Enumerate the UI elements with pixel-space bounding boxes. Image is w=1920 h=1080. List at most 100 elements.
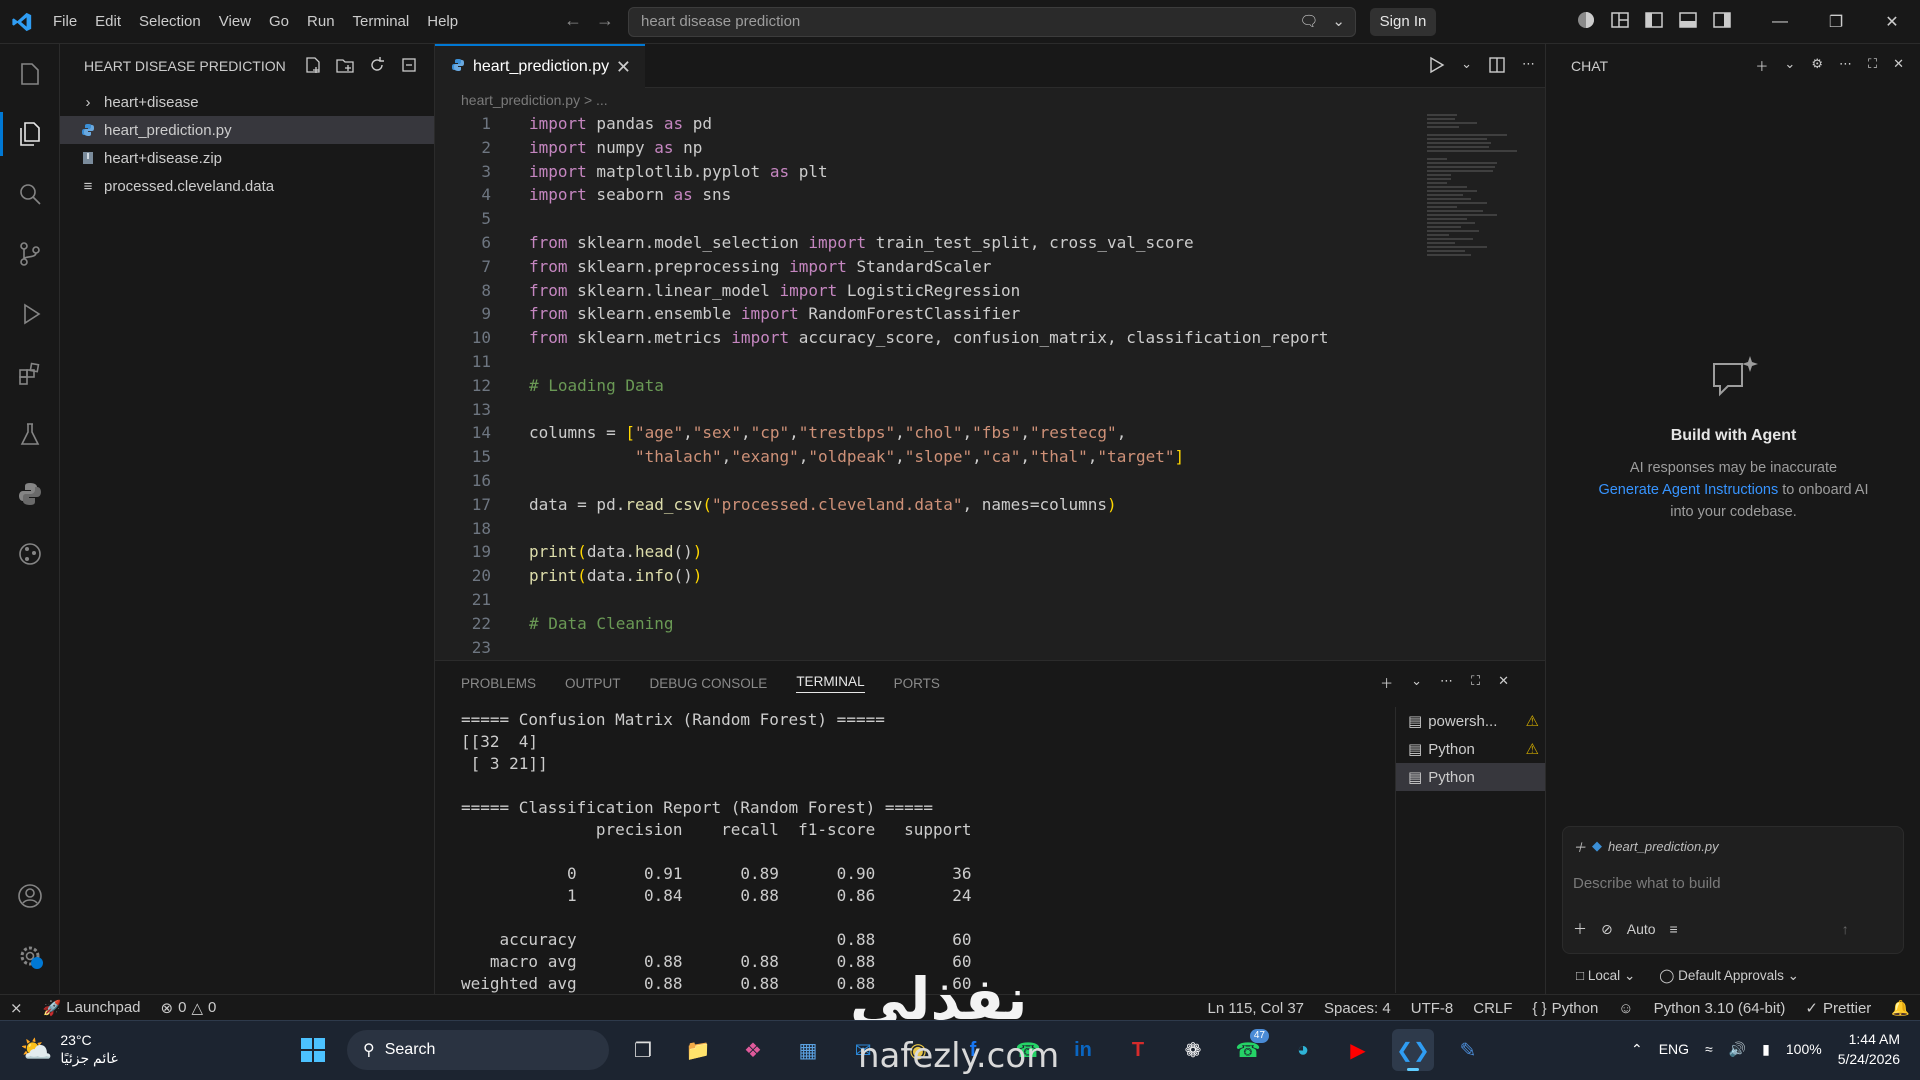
location-picker[interactable]: □ Local ⌄: [1576, 968, 1635, 984]
gitlens-icon[interactable]: [0, 524, 60, 584]
tab-heart-prediction[interactable]: heart_prediction.py ✕: [435, 44, 645, 88]
more-actions-icon[interactable]: ⋯: [1522, 56, 1535, 77]
microsoft-365-icon[interactable]: ❖: [732, 1029, 774, 1071]
send-icon[interactable]: ↑: [1842, 921, 1849, 937]
weather-widget[interactable]: ⛅ 23°C غائم جزئيًا: [20, 1031, 118, 1067]
run-debug-icon[interactable]: [0, 284, 60, 344]
back-arrow-icon[interactable]: ←: [564, 10, 582, 31]
generate-instructions-link[interactable]: Generate Agent Instructions: [1598, 482, 1778, 498]
terminal-output[interactable]: ===== Confusion Matrix (Random Forest) =…: [461, 709, 1401, 995]
tab-output[interactable]: OUTPUT: [565, 676, 621, 691]
terminal-item-python-active[interactable]: ▤ Python: [1396, 763, 1545, 791]
extensions-icon[interactable]: [0, 344, 60, 404]
copilot-chat-icon[interactable]: 🗨: [1299, 8, 1318, 36]
menu-help[interactable]: Help: [418, 7, 467, 37]
add-icon[interactable]: ＋: [1573, 919, 1587, 939]
chat-input-field[interactable]: Describe what to build: [1573, 875, 1721, 892]
collapse-all-icon[interactable]: [400, 56, 418, 77]
tree-item-folder[interactable]: › heart+disease: [60, 88, 434, 116]
close-panel-icon[interactable]: ✕: [1498, 673, 1509, 692]
menu-terminal[interactable]: Terminal: [344, 7, 419, 37]
tab-problems[interactable]: PROBLEMS: [461, 676, 536, 691]
approvals-picker[interactable]: ◯ Default Approvals ⌄: [1659, 968, 1799, 984]
context-file-chip[interactable]: ＋ ◆ heart_prediction.py: [1573, 835, 1719, 857]
cursor-position[interactable]: Ln 115, Col 37: [1198, 995, 1314, 1021]
chat-input-box[interactable]: ＋ ◆ heart_prediction.py Describe what to…: [1562, 826, 1904, 954]
forward-arrow-icon[interactable]: →: [596, 10, 614, 31]
whatsapp-business-icon[interactable]: ☎ 47: [1227, 1029, 1269, 1071]
start-windows-icon[interactable]: [292, 1029, 334, 1071]
chevron-down-icon[interactable]: ⌄: [1411, 673, 1422, 692]
close-window-button[interactable]: ✕: [1864, 0, 1920, 44]
accounts-icon[interactable]: [0, 866, 60, 926]
encoding[interactable]: UTF-8: [1401, 995, 1464, 1021]
testing-flask-icon[interactable]: [0, 404, 60, 464]
toggle-secondary-sidebar-icon[interactable]: [1712, 10, 1732, 33]
chevron-down-icon[interactable]: ⌄: [1461, 56, 1472, 77]
search-icon[interactable]: [0, 164, 60, 224]
mode-picker[interactable]: Auto: [1627, 921, 1656, 937]
close-tab-icon[interactable]: ✕: [616, 57, 631, 78]
command-center-search[interactable]: heart disease prediction 🗨 ⌄: [628, 7, 1356, 37]
menu-selection[interactable]: Selection: [130, 7, 210, 37]
taskbar-search[interactable]: ⚲ Search: [347, 1030, 609, 1070]
remote-icon[interactable]: ⨯: [0, 995, 33, 1021]
microsoft-store-icon[interactable]: ▦: [787, 1029, 829, 1071]
tree-item-zip-file[interactable]: heart+disease.zip: [60, 144, 434, 172]
linkedin-icon[interactable]: in: [1062, 1029, 1104, 1071]
settings-gear-icon[interactable]: ⚙: [1811, 56, 1823, 75]
minimap[interactable]: [1427, 114, 1523, 374]
copilot-icon[interactable]: ☺: [1608, 995, 1643, 1021]
more-actions-icon[interactable]: ⋯: [1440, 673, 1453, 692]
accounts-theme-icon[interactable]: [1576, 10, 1596, 33]
code-editor[interactable]: 1 import pandas as pd 2 import numpy as np…: [435, 112, 1495, 659]
explorer-icon-files[interactable]: [0, 44, 60, 104]
pen-app-icon[interactable]: ✎: [1447, 1029, 1489, 1071]
tab-terminal[interactable]: TERMINAL: [796, 674, 865, 693]
prettier-status[interactable]: ✓ Prettier: [1795, 995, 1881, 1021]
tab-debug-console[interactable]: DEBUG CONSOLE: [650, 676, 768, 691]
tree-item-python-file[interactable]: heart_prediction.py: [60, 116, 434, 144]
configure-icon[interactable]: ≡: [1670, 921, 1678, 937]
language-mode[interactable]: { } Python: [1522, 995, 1608, 1021]
refresh-icon[interactable]: [368, 56, 386, 77]
battery-icon[interactable]: ▮: [1762, 1041, 1770, 1058]
minimize-button[interactable]: —: [1752, 0, 1808, 44]
explorer-icon[interactable]: [0, 104, 60, 164]
menu-edit[interactable]: Edit: [86, 7, 130, 37]
terminal-item-powershell[interactable]: ▤ powersh... ⚠: [1396, 707, 1545, 735]
chevron-down-icon[interactable]: ⌄: [1332, 8, 1345, 36]
vscode-taskbar-icon[interactable]: ❮❯: [1392, 1029, 1434, 1071]
menu-run[interactable]: Run: [298, 7, 344, 37]
tree-item-data-file[interactable]: ≡ processed.cleveland.data: [60, 172, 434, 200]
chevron-down-icon[interactable]: ⌄: [1784, 56, 1795, 75]
toggle-panel-icon[interactable]: [1678, 10, 1698, 33]
toggle-sidebar-icon[interactable]: [1644, 10, 1664, 33]
tools-icon[interactable]: ⊘: [1601, 921, 1613, 938]
chevron-up-icon[interactable]: ⌃: [1631, 1041, 1643, 1058]
sign-in-button[interactable]: Sign In: [1370, 8, 1436, 36]
menu-go[interactable]: Go: [260, 7, 298, 37]
volume-icon[interactable]: 🔊: [1729, 1041, 1746, 1058]
indentation[interactable]: Spaces: 4: [1314, 995, 1401, 1021]
youtube-icon[interactable]: ▶: [1337, 1029, 1379, 1071]
settings-gear-icon[interactable]: [0, 926, 60, 986]
notifications-bell-icon[interactable]: 🔔: [1881, 995, 1920, 1021]
problems-status[interactable]: ⊗ 0 △ 0: [151, 995, 227, 1021]
terminal-item-python[interactable]: ▤ Python ⚠: [1396, 735, 1545, 763]
edge-icon[interactable]: ◕: [1282, 1029, 1324, 1071]
input-language[interactable]: ENG: [1659, 1041, 1689, 1057]
tab-ports[interactable]: PORTS: [894, 676, 940, 691]
new-chat-icon[interactable]: ＋: [1755, 56, 1768, 75]
file-explorer-icon[interactable]: 📁: [677, 1029, 719, 1071]
new-file-icon[interactable]: [304, 56, 322, 77]
python-interpreter[interactable]: Python 3.10 (64-bit): [1644, 995, 1796, 1021]
customize-layout-icon[interactable]: [1610, 10, 1630, 33]
split-editor-icon[interactable]: [1488, 56, 1506, 77]
wifi-icon[interactable]: ≈: [1705, 1041, 1713, 1057]
source-control-icon[interactable]: [0, 224, 60, 284]
breadcrumb[interactable]: heart_prediction.py > ...: [435, 88, 1545, 112]
menu-view[interactable]: View: [210, 7, 260, 37]
chatgpt-icon[interactable]: ❁: [1172, 1029, 1214, 1071]
add-context-icon[interactable]: ＋: [1573, 837, 1586, 856]
